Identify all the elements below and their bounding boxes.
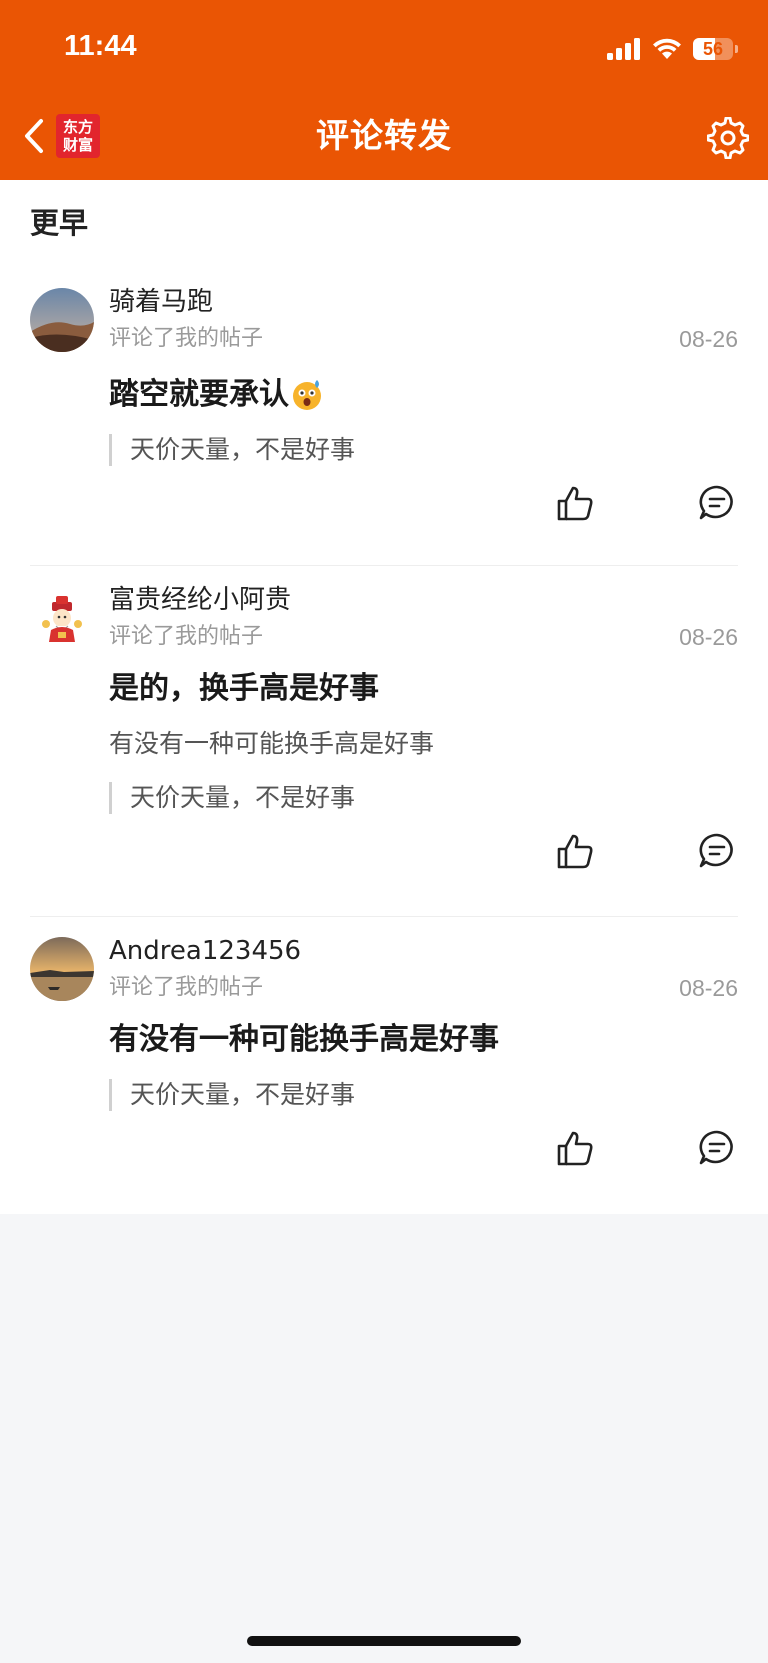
reply-button[interactable] bbox=[695, 1126, 739, 1170]
section-title: 更早 bbox=[30, 206, 89, 240]
home-indicator[interactable] bbox=[247, 1636, 521, 1646]
thumbs-up-icon bbox=[557, 1131, 593, 1166]
divider bbox=[30, 916, 738, 917]
like-button[interactable] bbox=[553, 481, 597, 525]
action-text: 评论了我的帖子 bbox=[109, 624, 264, 649]
shocked-emoji-icon bbox=[293, 380, 321, 410]
comment-bubble-icon bbox=[699, 485, 733, 520]
avatar[interactable] bbox=[30, 937, 94, 1001]
timestamp: 08-26 bbox=[679, 326, 738, 352]
action-text: 评论了我的帖子 bbox=[109, 975, 264, 1000]
timestamp: 08-26 bbox=[679, 975, 738, 1001]
like-button[interactable] bbox=[553, 1126, 597, 1170]
comment-bubble-icon bbox=[699, 833, 733, 868]
comment-content: 踏空就要承认 bbox=[109, 377, 289, 412]
comment-text[interactable]: 踏空就要承认 bbox=[109, 374, 325, 416]
thumbs-up-icon bbox=[557, 486, 593, 521]
gear-icon bbox=[707, 117, 749, 159]
status-icons: 56 bbox=[607, 34, 738, 64]
app-header: 11:44 56 东方 财富 评论转发 bbox=[0, 0, 768, 180]
divider bbox=[30, 565, 738, 566]
avatar[interactable] bbox=[30, 586, 94, 650]
reply-button[interactable] bbox=[695, 481, 739, 525]
settings-button[interactable] bbox=[704, 114, 752, 162]
username[interactable]: Andrea123456 bbox=[109, 933, 301, 969]
comment-content: 是的，换手高是好事 bbox=[109, 671, 379, 706]
battery-indicator: 56 bbox=[693, 38, 733, 60]
page-title: 评论转发 bbox=[316, 116, 452, 155]
comment-bubble-icon bbox=[699, 1130, 733, 1165]
timestamp: 08-26 bbox=[679, 624, 738, 650]
notification-list: 更早 骑着马跑 评论了我的帖子 08-26 踏空就要承认 天价天量，不是好事 富… bbox=[0, 180, 768, 1214]
comment-text[interactable]: 是的，换手高是好事 bbox=[109, 668, 379, 710]
parent-comment[interactable]: 有没有一种可能换手高是好事 bbox=[109, 726, 434, 762]
comment-content: 有没有一种可能换手高是好事 bbox=[109, 1022, 499, 1057]
thumbs-up-icon bbox=[557, 834, 593, 869]
battery-cap bbox=[735, 45, 738, 53]
quoted-post[interactable]: 天价天量，不是好事 bbox=[109, 782, 355, 814]
like-button[interactable] bbox=[553, 829, 597, 873]
battery-level: 56 bbox=[702, 39, 724, 59]
reply-button[interactable] bbox=[695, 829, 739, 873]
quoted-post[interactable]: 天价天量，不是好事 bbox=[109, 434, 355, 466]
cellular-signal-icon bbox=[607, 38, 640, 60]
username[interactable]: 富贵经纶小阿贵 bbox=[109, 582, 291, 618]
comment-text[interactable]: 有没有一种可能换手高是好事 bbox=[109, 1019, 499, 1061]
action-text: 评论了我的帖子 bbox=[109, 326, 264, 351]
quoted-post[interactable]: 天价天量，不是好事 bbox=[109, 1079, 355, 1111]
avatar[interactable] bbox=[30, 288, 94, 352]
wifi-icon bbox=[653, 38, 681, 59]
username[interactable]: 骑着马跑 bbox=[109, 284, 213, 320]
status-time: 11:44 bbox=[64, 30, 137, 62]
